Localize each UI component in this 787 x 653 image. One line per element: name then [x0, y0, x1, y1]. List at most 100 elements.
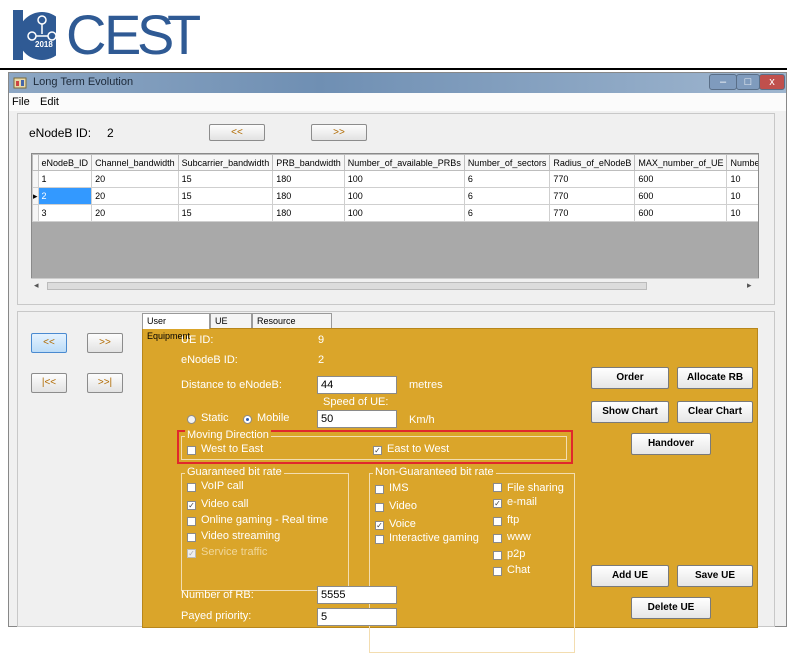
- table-cell[interactable]: 20: [91, 187, 179, 205]
- delete-ue-button[interactable]: Delete UE: [631, 597, 711, 619]
- chat-checkbox[interactable]: [493, 567, 502, 576]
- service-traffic-label: Service traffic: [201, 546, 268, 558]
- icest-logo: 2018 C E S T: [10, 3, 201, 66]
- grid-horizontal-scrollbar[interactable]: ◂ ▸: [31, 278, 759, 293]
- distance-input[interactable]: 44: [317, 376, 397, 394]
- voice-checkbox[interactable]: ✓: [375, 521, 384, 530]
- table-cell[interactable]: 6: [463, 187, 551, 205]
- table-cell[interactable]: 3: [37, 204, 93, 222]
- title-bar[interactable]: Long Term Evolution – □ x: [9, 73, 786, 93]
- table-cell[interactable]: 100: [343, 204, 465, 222]
- table-cell[interactable]: 10: [726, 170, 758, 188]
- table-cell[interactable]: 20: [91, 204, 179, 222]
- user-equipment-panel: UE ID: 9 eNodeB ID: 2 Distance to eNodeB…: [142, 328, 758, 653]
- table-row[interactable]: 3 20 15 180 100 6 770 600 10: [32, 204, 758, 222]
- column-header[interactable]: Subcarrier_bandwidth: [177, 154, 274, 171]
- table-cell[interactable]: 6: [463, 170, 551, 188]
- enodeb-id-value: 2: [107, 126, 114, 140]
- logo-letter-t: T: [167, 3, 201, 66]
- interactive-gaming-checkbox[interactable]: [375, 535, 384, 544]
- close-button[interactable]: x: [759, 74, 785, 90]
- column-header[interactable]: MAX_number_of_UE: [634, 154, 728, 171]
- table-cell[interactable]: 600: [634, 204, 728, 222]
- table-cell[interactable]: 100: [343, 187, 465, 205]
- ue-id-value: 9: [318, 334, 325, 346]
- maximize-button[interactable]: □: [736, 74, 760, 90]
- video-checkbox[interactable]: [375, 503, 384, 512]
- east-to-west-checkbox[interactable]: ✓: [373, 446, 382, 455]
- ue-prev-button[interactable]: <<: [31, 333, 67, 353]
- table-cell[interactable]: 6: [463, 204, 551, 222]
- tab-ue-data[interactable]: UE Data: [210, 313, 252, 341]
- tab-resource-allocation[interactable]: Resource Allocation: [252, 313, 332, 341]
- table-cell[interactable]: 15: [177, 204, 274, 222]
- table-cell[interactable]: 20: [91, 170, 179, 188]
- table-cell[interactable]: 770: [549, 187, 636, 205]
- table-cell[interactable]: 180: [272, 187, 345, 205]
- table-cell[interactable]: 180: [272, 204, 345, 222]
- table-cell[interactable]: 2: [37, 187, 93, 205]
- static-radio[interactable]: [187, 415, 196, 424]
- ims-checkbox[interactable]: [375, 485, 384, 494]
- number-of-rb-input[interactable]: 5555: [317, 586, 397, 604]
- table-cell[interactable]: 1: [37, 170, 93, 188]
- distance-unit: metres: [409, 379, 443, 391]
- video-streaming-checkbox[interactable]: [187, 533, 196, 542]
- table-cell[interactable]: 770: [549, 170, 636, 188]
- table-cell[interactable]: 180: [272, 170, 345, 188]
- table-cell[interactable]: 10: [726, 187, 758, 205]
- enodeb-prev-button[interactable]: <<: [209, 124, 265, 141]
- table-cell[interactable]: 600: [634, 170, 728, 188]
- table-header-row: eNodeB_ID Channel_bandwidth Subcarrier_b…: [32, 154, 758, 171]
- table-cell[interactable]: 15: [177, 187, 274, 205]
- speed-input[interactable]: 50: [317, 410, 397, 428]
- enodeb-grid[interactable]: eNodeB_ID Channel_bandwidth Subcarrier_b…: [31, 153, 759, 293]
- ue-next-button[interactable]: >>: [87, 333, 123, 353]
- order-button[interactable]: Order: [591, 367, 669, 389]
- table-cell[interactable]: 770: [549, 204, 636, 222]
- table-cell[interactable]: 10: [726, 204, 758, 222]
- table-row[interactable]: ▸ 2 20 15 180 100 6 770 600 10: [32, 187, 758, 205]
- menu-edit[interactable]: Edit: [40, 96, 59, 108]
- handover-button[interactable]: Handover: [631, 433, 711, 455]
- allocate-rb-button[interactable]: Allocate RB: [677, 367, 753, 389]
- enodeb-next-button[interactable]: >>: [311, 124, 367, 141]
- logo-letter-c: C: [66, 3, 107, 66]
- table-cell[interactable]: 600: [634, 187, 728, 205]
- column-header[interactable]: Number_of_available_PRBs: [343, 154, 465, 171]
- show-chart-button[interactable]: Show Chart: [591, 401, 669, 423]
- add-ue-button[interactable]: Add UE: [591, 565, 669, 587]
- online-gaming-checkbox[interactable]: [187, 517, 196, 526]
- clear-chart-button[interactable]: Clear Chart: [677, 401, 753, 423]
- west-to-east-checkbox[interactable]: [187, 446, 196, 455]
- scroll-left-icon[interactable]: ◂: [34, 280, 39, 291]
- column-header[interactable]: eNodeB_ID: [37, 154, 93, 171]
- column-header[interactable]: Number_of_sectors: [463, 154, 551, 171]
- column-header[interactable]: Radius_of_eNodeB: [549, 154, 636, 171]
- column-header[interactable]: Number: [726, 154, 758, 171]
- payed-priority-input[interactable]: 5: [317, 608, 397, 626]
- tab-user-equipment[interactable]: User Equipment: [142, 313, 210, 341]
- ue-first-button[interactable]: |<<: [31, 373, 67, 393]
- table-cell[interactable]: 15: [177, 170, 274, 188]
- minimize-button[interactable]: –: [709, 74, 737, 90]
- column-header[interactable]: PRB_bandwidth: [272, 154, 345, 171]
- ue-last-button[interactable]: >>|: [87, 373, 123, 393]
- mobile-radio[interactable]: [243, 415, 252, 424]
- www-checkbox[interactable]: [493, 534, 502, 543]
- voip-call-checkbox[interactable]: [187, 483, 196, 492]
- scroll-right-icon[interactable]: ▸: [747, 280, 752, 291]
- column-header[interactable]: Channel_bandwidth: [91, 154, 179, 171]
- save-ue-button[interactable]: Save UE: [677, 565, 753, 587]
- scrollbar-thumb[interactable]: [47, 282, 647, 290]
- file-sharing-checkbox[interactable]: [493, 483, 502, 492]
- email-checkbox[interactable]: ✓: [493, 499, 502, 508]
- table-row[interactable]: 1 20 15 180 100 6 770 600 10: [32, 170, 758, 188]
- p2p-checkbox[interactable]: [493, 551, 502, 560]
- menu-file[interactable]: File: [12, 96, 30, 108]
- chat-label: Chat: [507, 564, 531, 576]
- voice-label: Voice: [389, 518, 416, 530]
- video-call-checkbox[interactable]: ✓: [187, 501, 196, 510]
- ftp-checkbox[interactable]: [493, 517, 502, 526]
- table-cell[interactable]: 100: [343, 170, 465, 188]
